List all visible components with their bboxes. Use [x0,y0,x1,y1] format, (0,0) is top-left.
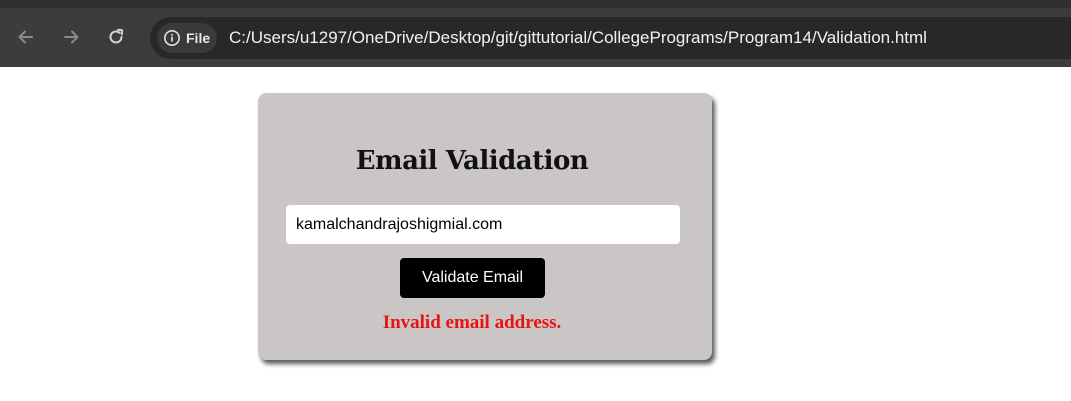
address-bar[interactable]: File C:/Users/u1297/OneDrive/Desktop/git… [150,17,1071,59]
site-info-label: File [186,30,211,46]
info-circle-icon [164,30,180,46]
arrow-left-icon [18,30,33,44]
forward-button[interactable] [57,23,85,51]
reload-button[interactable] [102,23,130,51]
tab-strip-edge [0,0,1071,8]
browser-toolbar: File C:/Users/u1297/OneDrive/Desktop/git… [0,0,1071,67]
error-message: Invalid email address. [382,312,562,333]
arrow-right-icon [64,30,79,44]
site-info-chip[interactable]: File [157,23,217,53]
back-button[interactable] [12,23,40,51]
reload-icon [109,28,124,44]
url-text[interactable]: C:/Users/u1297/OneDrive/Desktop/git/gitt… [229,27,927,49]
validation-card: Email Validation Validate Email Invalid … [258,93,712,360]
validate-email-button[interactable]: Validate Email [400,258,545,298]
page-title: Email Validation [355,146,589,176]
email-input[interactable] [286,205,680,244]
